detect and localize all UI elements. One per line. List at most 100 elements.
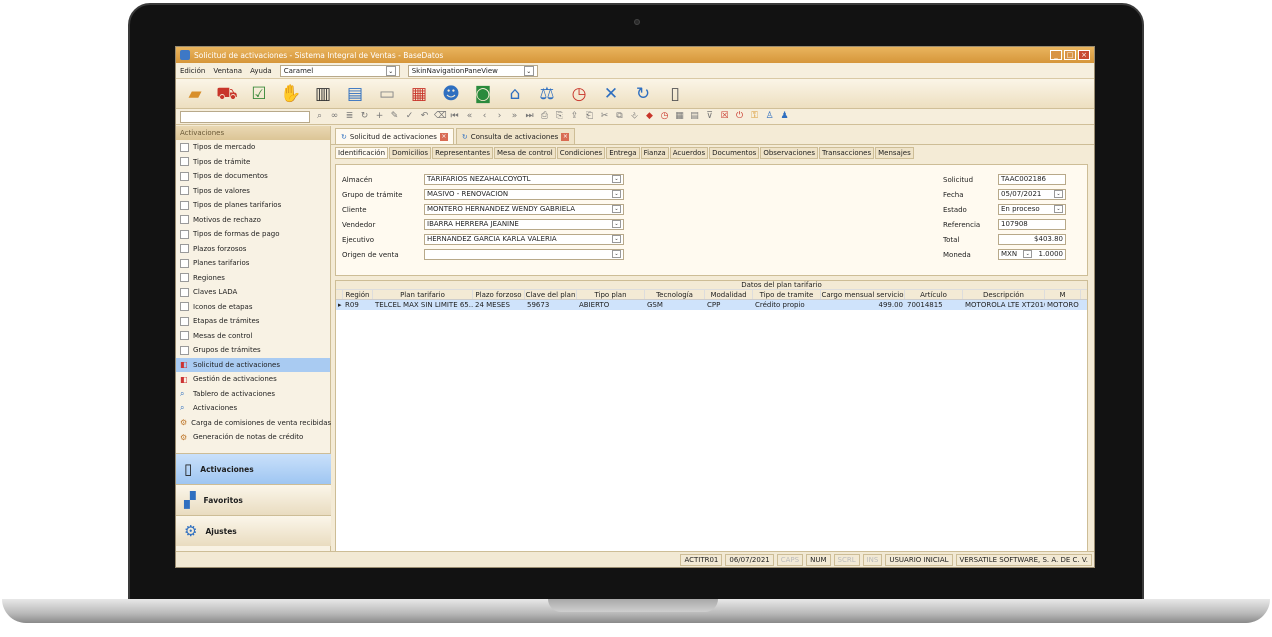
chevron-down-icon[interactable]: ⌄ (612, 205, 621, 213)
sidebar-item[interactable]: Tipos de formas de pago (176, 227, 330, 242)
sidebar-item[interactable]: Mesas de control (176, 329, 330, 344)
chevron-down-icon[interactable]: ⌄ (612, 250, 621, 258)
chevron-down-icon[interactable]: ⌄ (1054, 190, 1063, 198)
close-tab-icon[interactable]: × (561, 132, 570, 141)
eraser-icon[interactable]: ◆ (644, 111, 655, 122)
add-icon[interactable]: + (374, 111, 385, 122)
history-icon[interactable]: ◷ (659, 111, 670, 122)
tab-solicitud-activaciones[interactable]: ↻ Solicitud de activaciones × (335, 128, 454, 144)
chevron-down-icon[interactable]: ⌄ (1023, 250, 1033, 258)
grid-column-header[interactable]: Tecnología (645, 290, 705, 299)
field-input[interactable]: En proceso ⌄ (998, 204, 1066, 215)
close-tab-icon[interactable]: × (439, 132, 448, 141)
sidebar-item[interactable]: Motivos de rechazo (176, 213, 330, 228)
sidebar-item[interactable]: ⌕ Tablero de activaciones (176, 387, 330, 402)
section-tab[interactable]: Transacciones (819, 147, 875, 159)
menu-edicion[interactable]: Edición (180, 67, 205, 75)
sidebar-item[interactable]: Plazos forzosos (176, 242, 330, 257)
prev-page-icon[interactable]: « (464, 111, 475, 122)
sidebar-item[interactable]: ⚙ Generación de notas de crédito (176, 430, 330, 445)
grid-column-header[interactable]: Clave del plan (525, 290, 577, 299)
field-input[interactable]: MONTERO HERNANDEZ WENDY GABRIELA ⌄ (424, 204, 624, 215)
section-tab[interactable]: Entrega (606, 147, 640, 159)
grid-column-header[interactable]: Modalidad (705, 290, 753, 299)
cash-icon[interactable]: ◙ (472, 83, 494, 105)
section-tab[interactable]: Mesa de control (493, 147, 556, 159)
print-icon[interactable]: ⎙ (539, 111, 550, 122)
user-icon[interactable]: ♙ (764, 111, 775, 122)
section-tab[interactable]: Fianza (640, 147, 669, 159)
search-icon[interactable]: ⌕ (314, 111, 325, 122)
grid-column-header[interactable]: Cargo mensual servicio (821, 290, 905, 299)
minimize-button[interactable]: _ (1050, 50, 1062, 60)
maximize-button[interactable]: □ (1064, 50, 1076, 60)
users-icon[interactable]: ☻ (440, 83, 462, 105)
last-record-icon[interactable]: ⏭ (524, 111, 535, 122)
card-icon[interactable]: ▭ (376, 83, 398, 105)
barcode-icon[interactable]: ▥ (312, 83, 334, 105)
power-icon[interactable]: ⏻ (734, 111, 745, 122)
field-input[interactable]: IBARRA HERRERA JEANINE ⌄ (424, 219, 624, 230)
sidebar-item[interactable]: Planes tarifarios (176, 256, 330, 271)
nav-pane-favoritos[interactable]: ▞ Favoritos (176, 484, 331, 515)
binoculars-icon[interactable]: ∞ (329, 111, 340, 122)
chevron-down-icon[interactable]: ⌄ (1054, 205, 1063, 213)
document-icon[interactable]: ▤ (344, 83, 366, 105)
lock-icon[interactable]: ⚿ (749, 111, 760, 122)
sidebar-item[interactable]: Regiones (176, 271, 330, 286)
search-input[interactable] (180, 110, 310, 123)
grid-column-header[interactable]: Tipo plan (577, 290, 645, 299)
undo-icon[interactable]: ↶ (419, 111, 430, 122)
chevron-down-icon[interactable]: ⌄ (612, 175, 621, 183)
section-tab[interactable]: Acuerdos (669, 147, 709, 159)
table-row[interactable]: ▸ R09 TELCEL MAX SIN LIMITE 65... 24 MESES 5… (336, 300, 1087, 310)
sidebar-item[interactable]: ◧ Gestión de activaciones (176, 372, 330, 387)
chevron-down-icon[interactable]: ⌄ (612, 190, 621, 198)
section-tab[interactable]: Identificación (335, 147, 389, 159)
field-input[interactable]: $403.80 (998, 234, 1066, 245)
prev-record-icon[interactable]: ‹ (479, 111, 490, 122)
skin-select[interactable]: Caramel ⌄ (279, 64, 400, 77)
grid-column-header[interactable]: M (1045, 290, 1081, 299)
nav-view-select[interactable]: SkinNavigationPaneView ⌄ (407, 64, 538, 77)
next-record-icon[interactable]: › (494, 111, 505, 122)
nav-pane-activaciones[interactable]: ▯ Activaciones (176, 453, 331, 484)
menu-ventana[interactable]: Ventana (213, 67, 242, 75)
field-input[interactable]: HERNANDEZ GARCIA KARLA VALERIA ⌄ (424, 234, 624, 245)
menu-ayuda[interactable]: Ayuda (250, 67, 272, 75)
sidebar-item[interactable]: Tipos de planes tarifarios (176, 198, 330, 213)
filter-icon[interactable]: ⊽ (704, 111, 715, 122)
cancel-icon[interactable]: ☒ (719, 111, 730, 122)
grid-column-header[interactable]: Plazo forzoso (473, 290, 525, 299)
clock-icon[interactable]: ◷ (568, 83, 590, 105)
preview-icon[interactable]: ⎘ (554, 111, 565, 122)
sidebar-item[interactable]: ⌕ Activaciones (176, 401, 330, 416)
section-tab[interactable]: Mensajes (875, 147, 914, 159)
section-tab[interactable]: Representantes (432, 147, 493, 159)
copy-icon[interactable]: ⧉ (614, 111, 625, 122)
sidebar-item[interactable]: Tipos de valores (176, 184, 330, 199)
chevron-down-icon[interactable]: ⌄ (612, 220, 621, 228)
next-page-icon[interactable]: » (509, 111, 520, 122)
sidebar-item[interactable]: Tipos de mercado (176, 140, 330, 155)
approve-icon[interactable]: ☑ (248, 83, 270, 105)
sync-icon[interactable]: ↻ (632, 83, 654, 105)
grid-column-header[interactable]: Tipo de tramite (753, 290, 821, 299)
check-icon[interactable]: ✓ (404, 111, 415, 122)
paste-icon[interactable]: ⎀ (629, 111, 640, 122)
section-tab[interactable]: Condiciones (556, 147, 606, 159)
sidebar-item[interactable]: Etapas de trámites (176, 314, 330, 329)
field-input[interactable]: MXN ⌄ 1.0000 (998, 249, 1066, 260)
nav-pane-ajustes[interactable]: ⚙ Ajustes (176, 515, 331, 546)
grid-column-header[interactable]: Descripción (963, 290, 1045, 299)
field-input[interactable]: TAAC002186 (998, 174, 1066, 185)
attach-icon[interactable]: ⎗ (584, 111, 595, 122)
grid-column-header[interactable]: Plan tarifario (373, 290, 473, 299)
grid-column-header[interactable]: Región (343, 290, 373, 299)
section-tab[interactable]: Documentos (709, 147, 760, 159)
tab-consulta-activaciones[interactable]: ↻ Consulta de activaciones × (455, 128, 576, 144)
field-input[interactable]: ⌄ (424, 249, 624, 260)
edit-icon[interactable]: ✎ (389, 111, 400, 122)
tools-icon[interactable]: ✕ (600, 83, 622, 105)
section-tab[interactable]: Observaciones (760, 147, 818, 159)
